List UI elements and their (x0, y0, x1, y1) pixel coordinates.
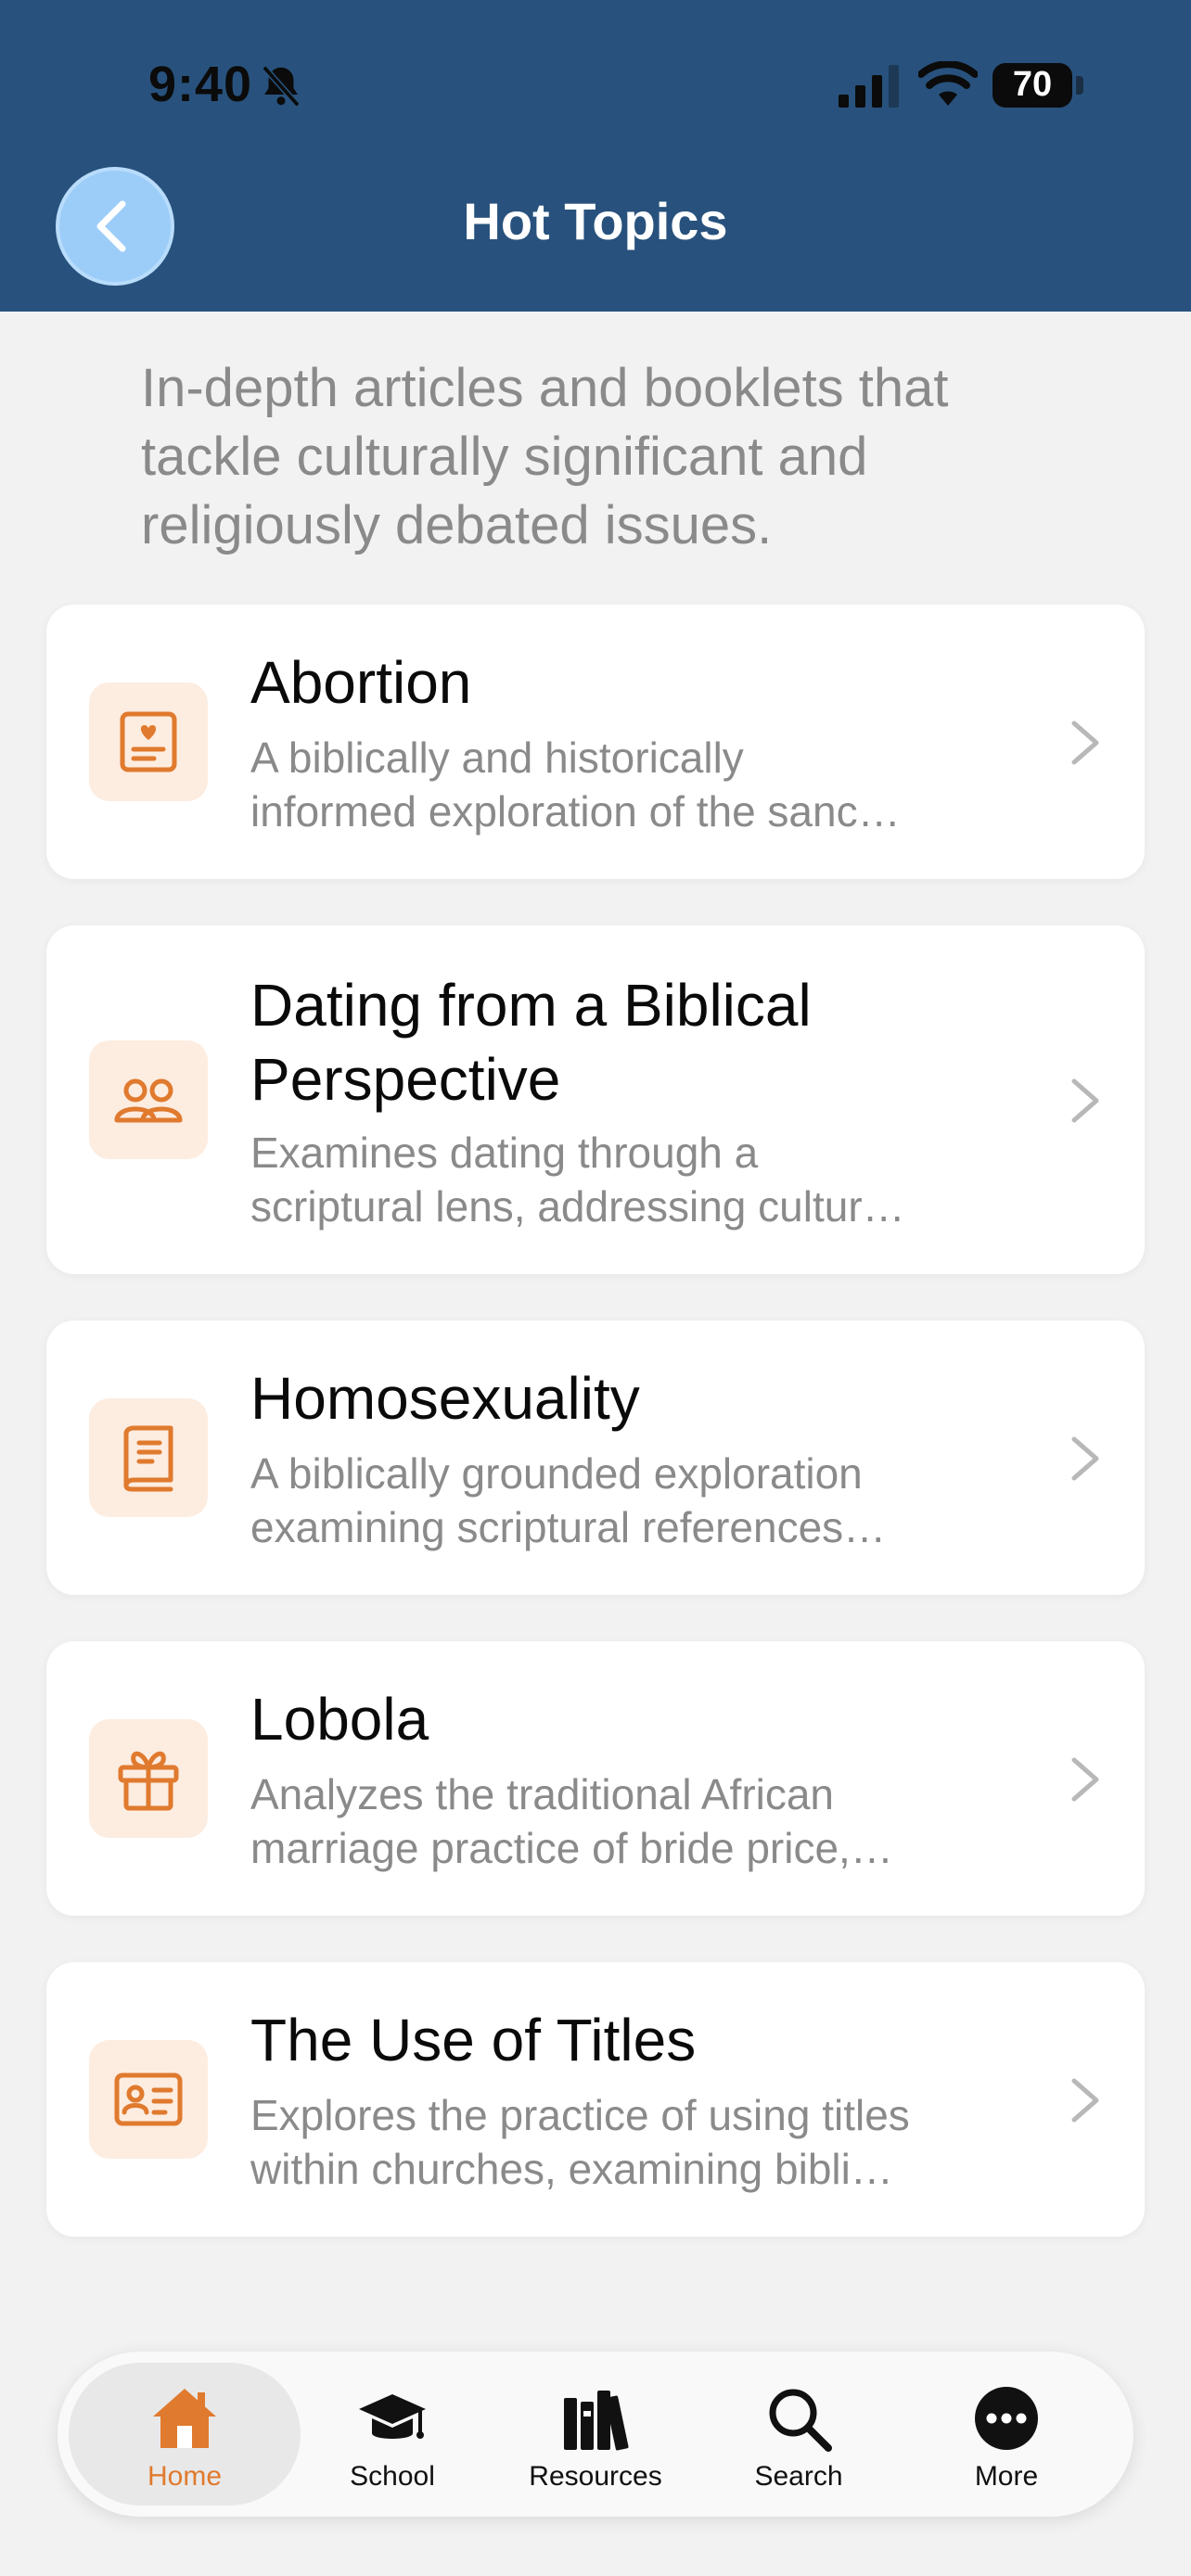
search-icon (769, 2389, 832, 2452)
topic-description: A biblically and historically informed ex… (250, 733, 901, 835)
page-title: Hot Topics (463, 192, 728, 250)
topic-icon-container (89, 2040, 208, 2159)
tab-school[interactable]: School (276, 2363, 508, 2506)
topic-description: A biblically grounded exploration examini… (250, 1449, 887, 1551)
chevron-right-icon (1071, 721, 1099, 765)
topic-icon-container (89, 1398, 208, 1517)
tab-label: Search (754, 2461, 843, 2492)
topic-title: Abortion (250, 649, 472, 716)
more-icon (975, 2387, 1038, 2450)
bottom-tab-bar: Home School Resources Search More (58, 2352, 1133, 2517)
book-icon (123, 1425, 173, 1492)
graduation-cap-icon (359, 2394, 426, 2439)
status-bar: 9:40 70 (0, 0, 1191, 167)
topic-card-lobola[interactable]: Lobola Analyzes the traditional African m… (46, 1641, 1145, 1916)
tab-search[interactable]: Search (683, 2363, 915, 2506)
topic-title: Homosexuality (250, 1365, 640, 1432)
chevron-right-icon (1071, 2078, 1099, 2123)
status-time: 9:40 (148, 57, 253, 112)
tab-label: More (974, 2461, 1039, 2492)
cellular-signal-icon (839, 65, 899, 108)
topic-icon-container (89, 1719, 208, 1838)
intro-text: In-depth articles and booklets that tack… (141, 358, 949, 555)
topic-icon-container (89, 1040, 208, 1159)
heart-document-icon (120, 711, 177, 772)
topic-card-dating[interactable]: Dating from a Biblical Perspective Examin… (46, 925, 1145, 1274)
chevron-right-icon (1071, 1436, 1099, 1481)
topic-card-titles[interactable]: The Use of Titles Explores the practice … (46, 1962, 1145, 2237)
bell-muted-icon (262, 65, 301, 108)
topic-title: The Use of Titles (250, 2007, 697, 2073)
tab-home[interactable]: Home (69, 2363, 301, 2506)
tab-label: Resources (529, 2461, 662, 2492)
battery-indicator: 70 (992, 63, 1072, 108)
topic-description: Examines dating through a scriptural lens… (250, 1129, 905, 1231)
tab-label: Home (147, 2461, 223, 2492)
tab-label: School (350, 2461, 435, 2492)
header: 9:40 70 Hot Topics (0, 0, 1191, 312)
topic-title: Lobola (250, 1686, 429, 1753)
topic-icon-container (89, 682, 208, 801)
topic-description: Analyzes the traditional African marriage… (250, 1770, 893, 1872)
tab-more[interactable]: More (890, 2363, 1122, 2506)
topic-description: Explores the practice of using titles wit… (250, 2091, 910, 2193)
gift-icon (118, 1751, 179, 1811)
wifi-icon (918, 61, 978, 106)
battery-level: 70 (1012, 65, 1053, 104)
topic-card-homosexuality[interactable]: Homosexuality A biblically grounded expl… (46, 1320, 1145, 1595)
chevron-right-icon (1071, 1757, 1099, 1802)
home-icon (153, 2389, 216, 2448)
topic-title: Dating from a Biblical Perspective (250, 972, 812, 1113)
people-icon (114, 1078, 183, 1123)
books-icon (564, 2391, 629, 2451)
chevron-right-icon (1071, 1078, 1099, 1123)
battery-cap (1076, 76, 1083, 95)
topic-card-abortion[interactable]: Abortion A biblically and historically in… (46, 605, 1145, 879)
tab-resources[interactable]: Resources (480, 2363, 711, 2506)
id-card-icon (114, 2072, 183, 2126)
